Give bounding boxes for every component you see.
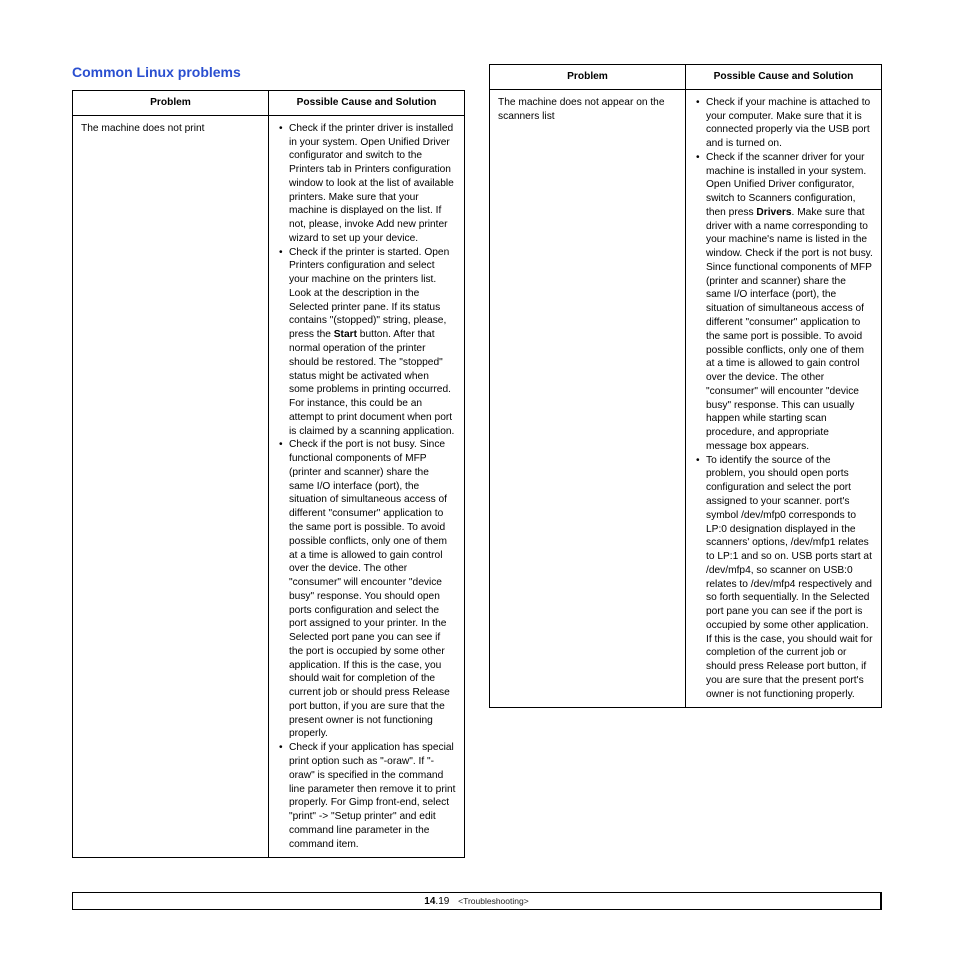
table-row: The machine does not appear on the scann… — [490, 89, 882, 708]
solution-bullet: Check if the printer is started. Open Pr… — [289, 246, 456, 439]
solution-cell: Check if your machine is attached to you… — [686, 89, 882, 708]
section-heading: Common Linux problems — [72, 64, 465, 80]
col-header-solution: Possible Cause and Solution — [686, 65, 882, 90]
solution-bullet: Check if the printer driver is installed… — [289, 122, 456, 246]
table-row: The machine does not print Check if the … — [73, 115, 465, 858]
col-header-problem: Problem — [490, 65, 686, 90]
troubleshooting-table-right: Problem Possible Cause and Solution The … — [489, 64, 882, 708]
solution-bullet: Check if your application has special pr… — [289, 741, 456, 851]
solution-cell: Check if the printer driver is installed… — [269, 115, 465, 858]
troubleshooting-table-left: Problem Possible Cause and Solution The … — [72, 90, 465, 858]
page-number: .19 — [435, 896, 449, 907]
col-header-solution: Possible Cause and Solution — [269, 91, 465, 116]
chapter-number: 14 — [424, 896, 435, 907]
problem-cell: The machine does not appear on the scann… — [490, 89, 686, 708]
left-column: Common Linux problems Problem Possible C… — [72, 64, 465, 858]
solution-bullet: Check if the port is not busy. Since fun… — [289, 438, 456, 741]
solution-bullet: Check if your machine is attached to you… — [706, 96, 873, 151]
problem-cell: The machine does not print — [73, 115, 269, 858]
page-footer: 14.19 <Troubleshooting> — [72, 892, 882, 910]
solution-bullet: Check if the scanner driver for your mac… — [706, 151, 873, 454]
breadcrumb: <Troubleshooting> — [458, 896, 529, 906]
solution-bullet: To identify the source of the problem, y… — [706, 454, 873, 702]
right-column: Problem Possible Cause and Solution The … — [489, 64, 882, 708]
col-header-problem: Problem — [73, 91, 269, 116]
